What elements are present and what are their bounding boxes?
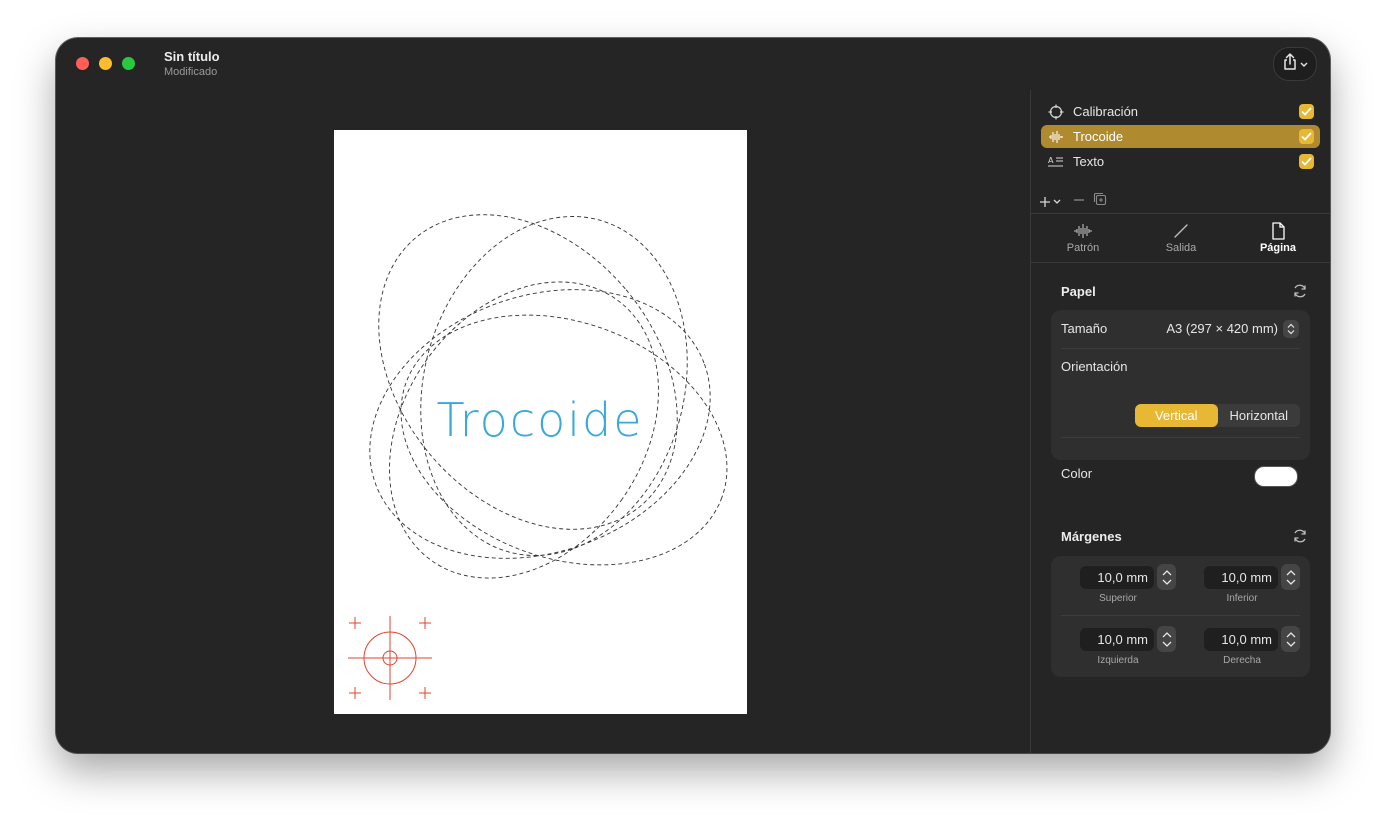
orientation-vertical-option[interactable]: Vertical <box>1135 404 1218 427</box>
margin-bottom-caption: Inferior <box>1226 593 1258 604</box>
crosshair-icon <box>1047 103 1065 121</box>
margin-top-caption: Superior <box>1099 593 1137 604</box>
chevron-up-icon <box>1286 631 1295 637</box>
tab-output[interactable]: Salida <box>1141 222 1221 254</box>
paper-preview[interactable]: Trocoide <box>334 130 747 714</box>
paper-section-title: Papel <box>1061 284 1096 299</box>
waveform-icon <box>1047 128 1065 146</box>
chevron-up-icon <box>1162 631 1171 637</box>
plus-icon <box>1040 196 1050 207</box>
chevron-down-icon <box>1300 55 1308 73</box>
chevron-up-icon <box>1162 569 1171 575</box>
margins-section-title: Márgenes <box>1061 529 1122 544</box>
divider <box>1061 437 1300 438</box>
title-bar: Sin título Modificado <box>56 38 1330 90</box>
margin-right-caption: Derecha <box>1223 655 1261 666</box>
orientation-segmented-control: Vertical Horizontal <box>1135 404 1300 427</box>
layer-item-calibration[interactable]: Calibración <box>1041 100 1320 123</box>
layer-label: Trocoide <box>1073 129 1124 144</box>
tab-label: Salida <box>1165 242 1197 254</box>
layer-label: Texto <box>1073 154 1105 169</box>
tab-page[interactable]: Página <box>1238 222 1318 254</box>
margin-right-field[interactable]: 10,0 mm <box>1204 628 1278 651</box>
svg-text:A: A <box>1048 156 1054 165</box>
paper-color-row: Color <box>1051 442 1310 498</box>
waveform-icon <box>1043 222 1123 240</box>
paper-color-well[interactable] <box>1254 466 1298 487</box>
pen-line-icon <box>1141 222 1221 240</box>
divider <box>1031 213 1330 214</box>
reset-paper-button[interactable] <box>1291 282 1309 300</box>
divider <box>1061 615 1300 616</box>
layer-item-text[interactable]: A Texto <box>1041 150 1320 173</box>
divider <box>1061 348 1300 349</box>
calibration-mark <box>348 616 432 700</box>
orientation-label: Orientación <box>1061 359 1128 374</box>
chevron-down-icon <box>1286 641 1295 647</box>
canvas-area[interactable]: Trocoide <box>56 90 1030 753</box>
margin-left-stepper[interactable] <box>1157 626 1176 652</box>
reset-icon <box>1294 529 1306 543</box>
reset-margins-button[interactable] <box>1291 527 1309 545</box>
margin-bottom-field[interactable]: 10,0 mm <box>1204 566 1278 589</box>
margin-left-caption: Izquierda <box>1097 655 1139 666</box>
tab-label: Página <box>1259 242 1297 254</box>
add-layer-button[interactable] <box>1039 196 1061 208</box>
chevron-down-icon <box>1162 641 1171 647</box>
orientation-horizontal-option[interactable]: Horizontal <box>1218 404 1301 427</box>
margins-group: 10,0 mm Superior 10,0 mm Inferior 10,0 m… <box>1051 556 1310 677</box>
document-status: Modificado <box>164 66 218 78</box>
duplicate-icon <box>1093 192 1107 206</box>
zoom-window-button[interactable] <box>122 57 135 70</box>
margin-right-stepper[interactable] <box>1281 626 1300 652</box>
reset-icon <box>1294 284 1306 298</box>
page-icon <box>1238 222 1318 240</box>
divider <box>1031 262 1330 263</box>
minus-icon <box>1074 198 1084 201</box>
close-window-button[interactable] <box>76 57 89 70</box>
trochoid-drawing: Trocoide <box>348 214 728 700</box>
layer-item-trochoid[interactable]: Trocoide <box>1041 125 1320 148</box>
margin-bottom-stepper[interactable] <box>1281 564 1300 590</box>
chevron-up-icon <box>1286 569 1295 575</box>
paper-text: Trocoide <box>436 393 643 447</box>
margin-left-field[interactable]: 10,0 mm <box>1080 628 1154 651</box>
tab-label: Patrón <box>1066 242 1100 254</box>
layer-label: Calibración <box>1073 104 1139 119</box>
document-title: Sin título <box>164 49 220 64</box>
up-down-chevron-icon <box>1287 323 1295 335</box>
remove-layer-button[interactable] <box>1073 193 1085 211</box>
layer-visibility-checkbox[interactable] <box>1299 104 1314 119</box>
paper-settings-group: Tamaño A3 (297 × 420 mm) Orientación Ver… <box>1051 310 1310 460</box>
inspector-panel: Calibración Trocoide A Texto Patrón Sali… <box>1030 90 1330 753</box>
minimize-window-button[interactable] <box>99 57 112 70</box>
chevron-down-icon <box>1286 579 1295 585</box>
share-button[interactable] <box>1273 47 1317 81</box>
share-icon <box>1282 52 1298 76</box>
layer-toolbar <box>1039 192 1107 211</box>
color-label: Color <box>1061 466 1093 481</box>
paper-size-popup-arrows[interactable] <box>1283 320 1299 338</box>
text-format-icon: A <box>1047 153 1065 171</box>
layer-visibility-checkbox[interactable] <box>1299 154 1314 169</box>
paper-size-popup[interactable]: A3 (297 × 420 mm) <box>1166 321 1278 336</box>
size-label: Tamaño <box>1061 321 1108 336</box>
layer-visibility-checkbox[interactable] <box>1299 129 1314 144</box>
margin-top-field[interactable]: 10,0 mm <box>1080 566 1154 589</box>
duplicate-layer-button[interactable] <box>1093 192 1107 211</box>
tab-pattern[interactable]: Patrón <box>1043 222 1123 254</box>
margin-top-stepper[interactable] <box>1157 564 1176 590</box>
chevron-down-icon <box>1053 199 1061 204</box>
app-window: Sin título Modificado Trocoide Calibraci… <box>56 38 1330 753</box>
chevron-down-icon <box>1162 579 1171 585</box>
